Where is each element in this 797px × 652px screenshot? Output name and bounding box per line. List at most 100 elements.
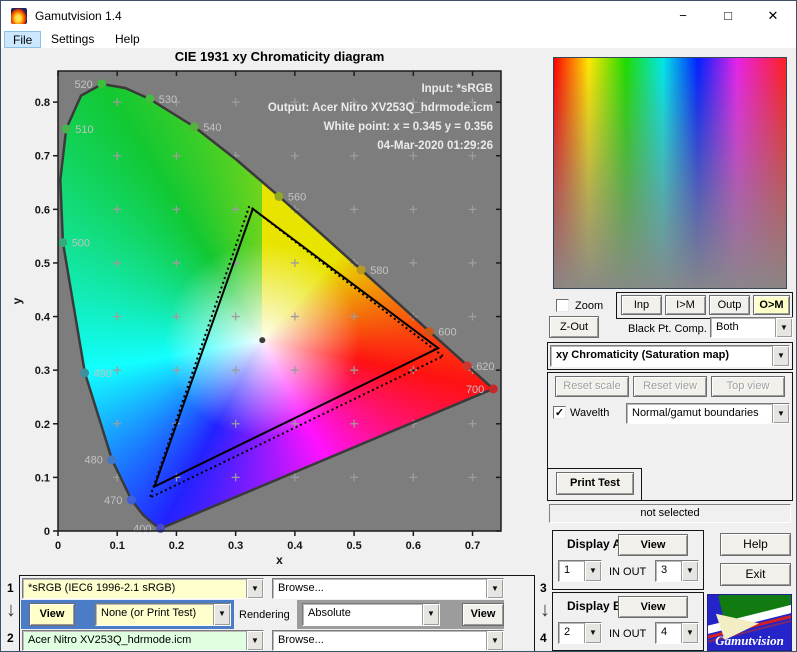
output-gamut-triangle bbox=[155, 209, 439, 487]
wavelength-dot bbox=[127, 495, 136, 504]
slot-2-label: 2 bbox=[7, 631, 14, 645]
slot-4-label: 4 bbox=[540, 631, 547, 645]
wavelength-label: 530 bbox=[159, 94, 177, 106]
wavelth-checkbox[interactable]: ✓ bbox=[553, 406, 566, 419]
x-tick-label: 0.2 bbox=[169, 540, 184, 552]
dropdown-arrow-icon: ▼ bbox=[584, 623, 601, 643]
display-a-view-button[interactable]: View bbox=[618, 534, 688, 556]
print-test-button[interactable]: Print Test bbox=[556, 472, 634, 495]
wavelength-dot bbox=[58, 238, 67, 247]
wavelength-dot bbox=[463, 361, 472, 370]
view-mode-select[interactable]: xy Chromaticity (Saturation map) ▼ bbox=[550, 345, 790, 367]
grid-cross bbox=[409, 205, 417, 213]
grid-cross bbox=[469, 152, 477, 160]
wavelength-label: 480 bbox=[85, 455, 103, 467]
y-tick-label: 0.4 bbox=[35, 312, 51, 324]
reset-view-button[interactable]: Reset view bbox=[633, 376, 707, 397]
x-tick-label: 0.1 bbox=[110, 540, 125, 552]
y-tick-label: 0.7 bbox=[35, 151, 50, 163]
wavelength-dot bbox=[190, 122, 199, 131]
dropdown-arrow-icon: ▼ bbox=[772, 346, 789, 366]
output-profile-select[interactable]: Acer Nitro XV253Q_hdrmode.icm ▼ bbox=[22, 630, 264, 651]
grid-cross bbox=[350, 313, 358, 321]
close-button[interactable]: ✕ bbox=[757, 1, 789, 31]
plot-annotation: Output: Acer Nitro XV253Q_hdrmode.icm bbox=[268, 102, 493, 114]
display-b-in-select[interactable]: 2 ▼ bbox=[558, 622, 602, 644]
app-icon bbox=[11, 8, 27, 24]
slot-3-label: 3 bbox=[540, 581, 547, 595]
wavelength-label: 600 bbox=[438, 327, 456, 339]
display-b-out-select[interactable]: 4 ▼ bbox=[655, 622, 699, 644]
plot-annotation: 04-Mar-2020 01:29:26 bbox=[377, 140, 493, 152]
wavelength-label: 520 bbox=[74, 79, 92, 91]
reset-scale-button[interactable]: Reset scale bbox=[555, 376, 629, 397]
grid-cross bbox=[409, 259, 417, 267]
grid-cross bbox=[409, 473, 417, 481]
view-left-button[interactable]: View bbox=[29, 603, 75, 626]
wavelength-dot bbox=[489, 384, 498, 393]
browse-input-select[interactable]: Browse... ▼ bbox=[272, 578, 504, 599]
i-to-m-button[interactable]: I>M bbox=[665, 295, 706, 315]
menu-file[interactable]: File bbox=[4, 31, 41, 48]
minimize-button[interactable]: − bbox=[667, 1, 699, 31]
o-to-m-button[interactable]: O>M bbox=[753, 295, 790, 315]
grid-cross bbox=[232, 205, 240, 213]
wavelength-label: 510 bbox=[75, 124, 93, 136]
menu-help[interactable]: Help bbox=[107, 31, 148, 48]
exit-button[interactable]: Exit bbox=[720, 563, 791, 586]
x-tick-label: 0.7 bbox=[465, 540, 480, 552]
wavelength-dot bbox=[107, 455, 116, 464]
wavelength-label: 560 bbox=[288, 192, 306, 204]
x-tick-label: 0.4 bbox=[287, 540, 303, 552]
wavelength-label: 620 bbox=[476, 361, 494, 373]
wavelength-label: 470 bbox=[104, 495, 122, 507]
grid-cross bbox=[172, 152, 180, 160]
grid-cross bbox=[469, 259, 477, 267]
zoom-checkbox[interactable] bbox=[556, 299, 569, 312]
chromaticity-plot[interactable]: 4004704804905005105205305405605806006207… bbox=[1, 48, 546, 575]
grid-cross bbox=[291, 152, 299, 160]
y-tick-label: 0.1 bbox=[35, 472, 50, 484]
grid-cross bbox=[113, 313, 121, 321]
grid-cross bbox=[232, 420, 240, 428]
display-a-in-select[interactable]: 1 ▼ bbox=[558, 560, 602, 582]
view-right-button[interactable]: View bbox=[462, 603, 504, 626]
black-pt-comp-label: Black Pt. Comp. bbox=[628, 323, 707, 335]
browse-output-select[interactable]: Browse... ▼ bbox=[272, 630, 504, 651]
print-test-pattern-select[interactable]: None (or Print Test) ▼ bbox=[95, 603, 231, 626]
grid-cross bbox=[350, 152, 358, 160]
boundaries-select[interactable]: Normal/gamut boundaries ▼ bbox=[626, 403, 790, 424]
black-pt-comp-select[interactable]: Both ▼ bbox=[710, 317, 793, 338]
grid-cross bbox=[350, 366, 358, 374]
help-button[interactable]: Help bbox=[720, 533, 791, 556]
white-point bbox=[259, 337, 265, 343]
wavelength-dot bbox=[97, 79, 106, 88]
display-b-inout-label: IN OUT bbox=[609, 628, 646, 640]
dropdown-arrow-icon: ▼ bbox=[584, 561, 601, 581]
dropdown-arrow-icon: ▼ bbox=[681, 623, 698, 643]
y-tick-label: 0.8 bbox=[35, 97, 50, 109]
z-out-button[interactable]: Z-Out bbox=[549, 316, 599, 338]
grid-cross bbox=[291, 313, 299, 321]
grid-cross bbox=[172, 366, 180, 374]
flow-down-arrow-right: ↓ bbox=[540, 599, 550, 622]
grid-cross bbox=[469, 473, 477, 481]
input-profile-select[interactable]: *sRGB (IEC6 1996-2.1 sRGB) ▼ bbox=[22, 578, 264, 599]
top-view-button[interactable]: Top view bbox=[711, 376, 785, 397]
grid-cross bbox=[469, 420, 477, 428]
maximize-button[interactable]: □ bbox=[712, 1, 744, 31]
grid-cross bbox=[409, 152, 417, 160]
app-window: Gamutvision 1.4 − □ ✕ File Settings Help… bbox=[0, 0, 797, 652]
grid-cross bbox=[113, 205, 121, 213]
inp-button[interactable]: Inp bbox=[621, 295, 662, 315]
dropdown-arrow-icon: ▼ bbox=[422, 604, 439, 625]
rendering-intent-select[interactable]: Absolute ▼ bbox=[302, 603, 440, 626]
wavelength-dot bbox=[62, 124, 71, 133]
outp-button[interactable]: Outp bbox=[709, 295, 750, 315]
menu-settings[interactable]: Settings bbox=[43, 31, 102, 48]
title-bar: Gamutvision 1.4 − □ ✕ bbox=[1, 1, 796, 31]
grid-cross bbox=[469, 205, 477, 213]
display-b-view-button[interactable]: View bbox=[618, 596, 688, 618]
plot-annotation: Input: *sRGB bbox=[421, 83, 493, 95]
display-a-out-select[interactable]: 3 ▼ bbox=[655, 560, 699, 582]
